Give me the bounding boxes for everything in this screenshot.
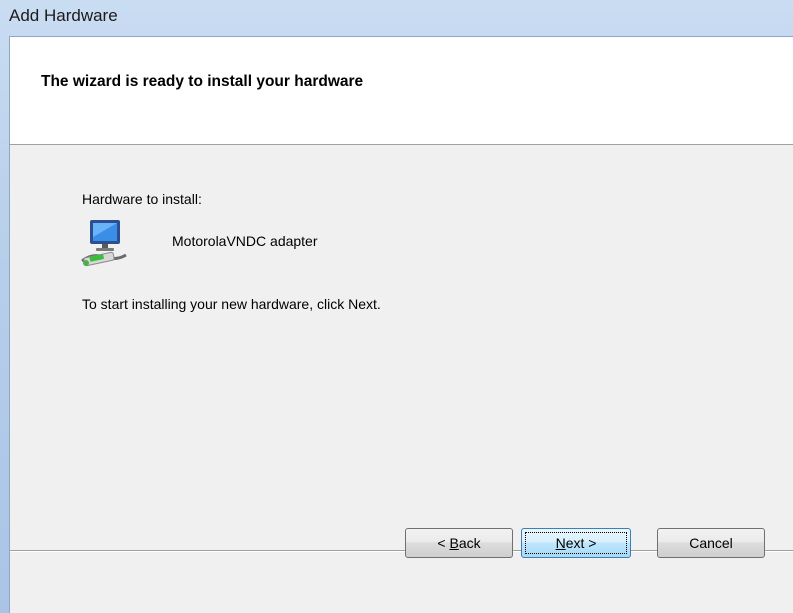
wizard-header: The wizard is ready to install your hard…: [10, 37, 793, 145]
add-hardware-window: Add Hardware The wizard is ready to inst…: [0, 0, 793, 613]
next-button-mnemonic: N: [555, 535, 566, 551]
back-button-prefix: <: [437, 535, 450, 551]
next-button[interactable]: Next >: [521, 528, 631, 558]
cancel-button[interactable]: Cancel: [657, 528, 765, 558]
instruction-text: To start installing your new hardware, c…: [82, 296, 381, 312]
network-adapter-icon: [78, 217, 130, 267]
back-button[interactable]: < Back: [405, 528, 513, 558]
hardware-to-install-label: Hardware to install:: [82, 191, 202, 207]
wizard-header-title: The wizard is ready to install your hard…: [41, 73, 364, 90]
back-button-suffix: ack: [458, 535, 481, 551]
window-title: Add Hardware: [9, 6, 118, 25]
back-button-mnemonic: B: [449, 535, 459, 551]
device-row: MotorolaVNDC adapter: [78, 217, 678, 267]
next-button-suffix: ext >: [565, 535, 597, 551]
wizard-content: Hardware to install: MotorolaVNDC adapte…: [10, 145, 793, 550]
next-button-label: Next >: [556, 535, 597, 551]
device-name: MotorolaVNDC adapter: [172, 233, 318, 249]
wizard-client-area: The wizard is ready to install your hard…: [9, 36, 793, 613]
title-bar[interactable]: Add Hardware: [0, 0, 793, 36]
back-button-label: < Back: [437, 535, 480, 551]
cancel-button-label: Cancel: [689, 535, 733, 551]
